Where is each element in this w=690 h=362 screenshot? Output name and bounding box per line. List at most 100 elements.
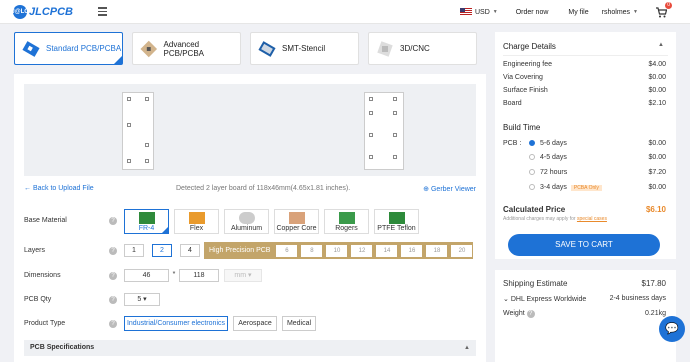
tab-advanced-pcb[interactable]: Advanced PCB/PCBA bbox=[132, 32, 241, 65]
product-type-label: Product Type bbox=[24, 320, 66, 327]
layers-option-8[interactable]: 8 bbox=[301, 244, 323, 257]
chevron-down-icon: ▼ bbox=[492, 9, 498, 15]
charge-surface-finish: Surface Finish $0.00 bbox=[503, 87, 666, 94]
material-copper-core[interactable]: Copper Core bbox=[274, 209, 319, 234]
chevron-up-icon: ▲ bbox=[464, 345, 470, 351]
help-icon[interactable]: ? bbox=[109, 217, 117, 225]
dimension-x-input[interactable]: 46 bbox=[124, 269, 169, 282]
high-precision-label: High Precision PCB bbox=[209, 247, 271, 254]
layers-option-4[interactable]: 4 bbox=[180, 244, 200, 257]
dimension-separator: * bbox=[172, 271, 176, 278]
detected-board-info: Detected 2 layer board of 118x46mm(4.65x… bbox=[176, 185, 351, 192]
layers-option-12[interactable]: 12 bbox=[351, 244, 373, 257]
radio[interactable] bbox=[529, 184, 535, 191]
help-icon[interactable]: ? bbox=[109, 320, 117, 328]
pcb-qty-label: PCB Qty bbox=[24, 296, 52, 303]
base-material-label: Base Material bbox=[24, 217, 67, 224]
gerber-preview bbox=[24, 84, 476, 176]
material-ptfe-teflon[interactable]: PTFE Teflon bbox=[374, 209, 419, 234]
tab-smt-stencil[interactable]: SMT-Stencil bbox=[250, 32, 359, 65]
charge-engineering-fee: Engineering fee $4.00 bbox=[503, 61, 666, 68]
divider bbox=[503, 55, 668, 56]
gerber-viewer-link[interactable]: ⊕ Gerber Viewer bbox=[423, 185, 476, 193]
help-icon[interactable]: ? bbox=[109, 296, 117, 304]
build-option-72-hours[interactable]: 72 hours $7.20 bbox=[529, 169, 666, 176]
shipping-estimate-panel: Shipping Estimate $17.80 ⌄ DHL Express Wo… bbox=[495, 270, 676, 362]
dimensions-label: Dimensions bbox=[24, 272, 61, 279]
layers-option-14[interactable]: 14 bbox=[376, 244, 398, 257]
dimension-y-input[interactable]: 118 bbox=[179, 269, 219, 282]
material-rogers[interactable]: Rogers bbox=[324, 209, 369, 234]
order-now-link[interactable]: Order now bbox=[516, 9, 549, 16]
layers-option-18[interactable]: 18 bbox=[426, 244, 448, 257]
jlcpcb-logo[interactable]: J@LC JLCPCB bbox=[11, 5, 74, 19]
product-type-aerospace[interactable]: Aerospace bbox=[233, 316, 277, 331]
layers-option-20[interactable]: 20 bbox=[451, 244, 473, 257]
build-option-5-6-days[interactable]: 5-6 days $0.00 bbox=[529, 140, 666, 147]
tab-label: Standard PCB/PCBA bbox=[46, 44, 122, 53]
chat-icon[interactable]: 💬 bbox=[659, 316, 685, 342]
help-icon[interactable]: ? bbox=[109, 247, 117, 255]
special-cases-link[interactable]: special cases bbox=[577, 216, 607, 222]
layers-option-1[interactable]: 1 bbox=[124, 244, 144, 257]
gerber-viewer-icon: ⊕ bbox=[423, 186, 430, 193]
material-label: Copper Core bbox=[276, 225, 317, 232]
build-option-3-4-days[interactable]: 3-4 days PCBA Only $0.00 bbox=[529, 184, 666, 191]
tab-3d-cnc[interactable]: 3D/CNC bbox=[368, 32, 477, 65]
menu-icon[interactable] bbox=[98, 7, 107, 16]
my-file-link[interactable]: My file bbox=[568, 9, 588, 16]
logo-mark: J@LC bbox=[11, 5, 29, 19]
pcb-qty-select[interactable]: 5 ▾ bbox=[124, 293, 160, 306]
material-label: PTFE Teflon bbox=[377, 225, 416, 232]
product-type-industrial[interactable]: Industrial/Consumer electronics bbox=[124, 316, 228, 331]
back-to-upload-link[interactable]: ← Back to Upload File bbox=[24, 185, 94, 192]
pcb-specifications-header[interactable]: PCB Specifications ▲ bbox=[24, 340, 476, 356]
shipping-method-select[interactable]: ⌄ DHL Express Worldwide 2-4 business days bbox=[503, 295, 666, 303]
material-aluminum[interactable]: Aluminum bbox=[224, 209, 269, 234]
build-option-4-5-days[interactable]: 4-5 days $0.00 bbox=[529, 154, 666, 161]
chevron-up-icon[interactable]: ▲ bbox=[658, 42, 664, 48]
calculated-price-value: $6.10 bbox=[645, 205, 666, 214]
selected-corner-indicator bbox=[162, 227, 168, 233]
help-icon[interactable]: ? bbox=[109, 272, 117, 280]
shipping-weight: Weight ? 0.21kg bbox=[503, 310, 666, 318]
cart-count-badge: 0 bbox=[665, 2, 672, 9]
cart-icon[interactable]: 0 bbox=[655, 2, 672, 18]
radio[interactable] bbox=[529, 154, 535, 161]
copper-core-image bbox=[288, 212, 305, 224]
pcb-icon bbox=[22, 40, 40, 57]
radio-selected[interactable] bbox=[529, 140, 535, 147]
us-flag-icon bbox=[459, 8, 472, 16]
cnc-icon bbox=[377, 40, 393, 57]
layers-option-10[interactable]: 10 bbox=[326, 244, 348, 257]
layers-option-6[interactable]: 6 bbox=[276, 244, 298, 257]
pcb-build-label: PCB : bbox=[503, 140, 522, 147]
product-tabs: Standard PCB/PCBA Advanced PCB/PCBA SMT-… bbox=[14, 32, 477, 65]
user-menu[interactable]: rsholmes bbox=[602, 9, 630, 16]
dimension-unit-select[interactable]: mm ▾ bbox=[224, 269, 262, 282]
build-time-title: Build Time bbox=[503, 123, 541, 132]
stencil-icon bbox=[258, 40, 276, 57]
charge-details-panel: Charge Details ▲ Engineering fee $4.00 Vi… bbox=[495, 32, 676, 259]
product-type-medical[interactable]: Medical bbox=[282, 316, 316, 331]
material-label: Flex bbox=[189, 225, 204, 232]
radio[interactable] bbox=[529, 169, 535, 176]
currency-selector[interactable]: USD bbox=[475, 9, 490, 16]
chip-icon bbox=[140, 40, 158, 57]
tab-standard-pcb[interactable]: Standard PCB/PCBA bbox=[14, 32, 123, 65]
material-label: Rogers bbox=[335, 225, 358, 232]
pcb-config-panel: ← Back to Upload File Detected 2 layer b… bbox=[14, 74, 486, 362]
save-to-cart-button[interactable]: SAVE TO CART bbox=[508, 234, 660, 256]
material-flex[interactable]: Flex bbox=[174, 209, 219, 234]
pcb-top-layer-preview bbox=[122, 92, 154, 170]
material-fr4[interactable]: FR-4 bbox=[124, 209, 169, 234]
logo-text: JLCPCB bbox=[29, 6, 74, 18]
qty-value: 5 bbox=[137, 296, 142, 303]
layers-option-16[interactable]: 16 bbox=[401, 244, 423, 257]
tab-label: SMT-Stencil bbox=[282, 44, 326, 53]
aluminum-image bbox=[238, 212, 255, 224]
shipping-estimate: Shipping Estimate $17.80 bbox=[503, 279, 666, 288]
charge-board: Board $2.10 bbox=[503, 100, 666, 107]
layers-option-2[interactable]: 2 bbox=[152, 244, 172, 257]
help-icon[interactable]: ? bbox=[526, 310, 535, 318]
